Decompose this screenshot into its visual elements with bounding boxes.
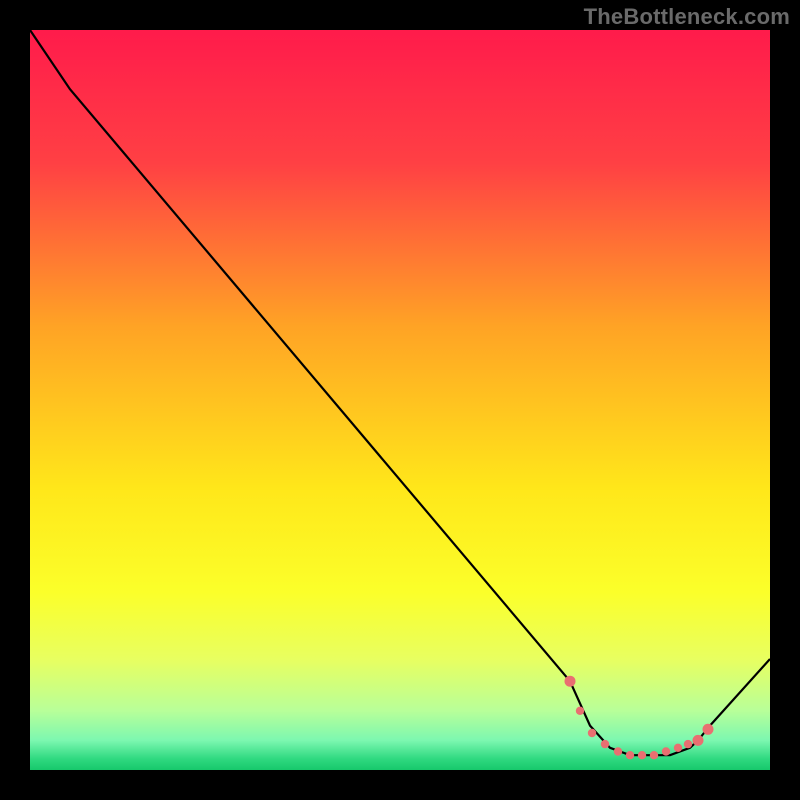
plot-area	[30, 30, 770, 770]
curve-marker	[614, 747, 622, 755]
curve-marker	[693, 735, 704, 746]
curve-marker	[638, 751, 646, 759]
bottleneck-curve	[30, 30, 770, 770]
curve-marker	[626, 751, 634, 759]
curve-marker	[684, 740, 692, 748]
curve-marker	[662, 747, 670, 755]
curve-marker	[703, 724, 714, 735]
curve-marker	[650, 751, 658, 759]
curve-marker	[601, 740, 609, 748]
curve-marker	[565, 676, 576, 687]
chart-frame: TheBottleneck.com	[0, 0, 800, 800]
curve-marker	[674, 744, 682, 752]
curve-marker	[576, 707, 584, 715]
watermark-text: TheBottleneck.com	[584, 4, 790, 30]
curve-line	[30, 30, 770, 755]
curve-marker	[588, 729, 596, 737]
